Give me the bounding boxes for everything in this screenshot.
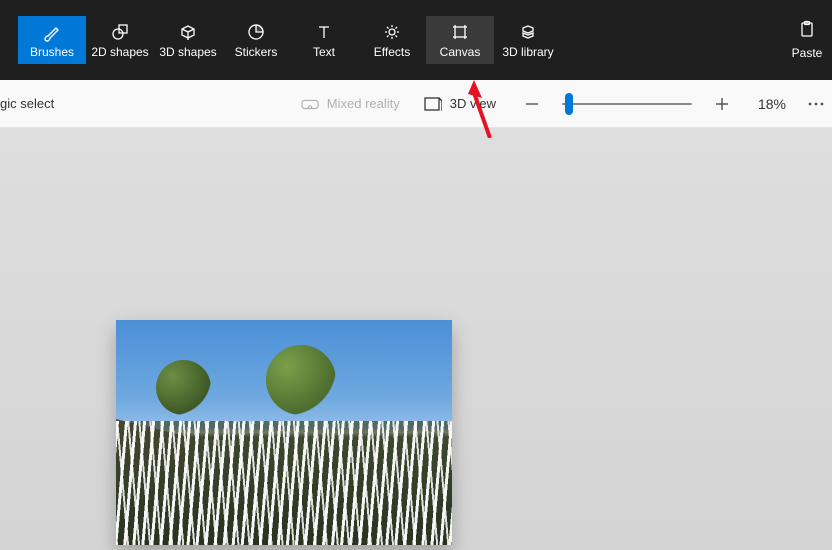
tab-label: 3D shapes [159, 46, 216, 58]
view-3d-icon [424, 95, 442, 113]
ribbon-toolbar: Brushes 2D shapes 3D shapes Stickers Tex [0, 0, 832, 80]
zoom-slider[interactable] [562, 103, 692, 105]
view-3d-button[interactable]: 3D view [412, 80, 508, 127]
canvas-icon [451, 23, 469, 41]
effects-icon [383, 23, 401, 41]
tab-3d-library[interactable]: 3D library [494, 16, 562, 64]
tab-label: Stickers [235, 46, 278, 58]
shapes-3d-icon [179, 23, 197, 41]
brush-icon [42, 23, 62, 41]
view-3d-label: 3D view [450, 96, 496, 111]
magic-select-button[interactable]: gic select [0, 80, 66, 127]
tab-label: Brushes [30, 46, 74, 58]
mixed-reality-button: Mixed reality [289, 80, 412, 127]
zoom-slider-thumb[interactable] [565, 93, 573, 115]
zoom-controls: 18% [508, 92, 800, 116]
tab-stickers[interactable]: Stickers [222, 16, 290, 64]
text-icon [315, 23, 333, 41]
magic-select-label: gic select [0, 96, 54, 111]
secondary-toolbar: gic select Mixed reality 3D view 18% [0, 80, 832, 128]
ribbon-tabs: Brushes 2D shapes 3D shapes Stickers Tex [18, 16, 562, 64]
canvas-workspace[interactable] [0, 128, 832, 550]
tab-text[interactable]: Text [290, 16, 358, 64]
zoom-in-button[interactable] [710, 92, 734, 116]
tab-label: Canvas [440, 46, 481, 58]
tab-brushes[interactable]: Brushes [18, 16, 86, 64]
more-options-button[interactable] [800, 80, 832, 127]
mixed-reality-label: Mixed reality [327, 96, 400, 111]
tab-2d-shapes[interactable]: 2D shapes [86, 16, 154, 64]
tab-canvas[interactable]: Canvas [426, 16, 494, 64]
canvas-image[interactable] [116, 320, 452, 545]
mixed-reality-icon [301, 95, 319, 113]
stickers-icon [247, 23, 265, 41]
image-waterfall [116, 421, 452, 545]
zoom-percent-label: 18% [752, 96, 792, 112]
tab-3d-shapes[interactable]: 3D shapes [154, 16, 222, 64]
tab-effects[interactable]: Effects [358, 16, 426, 64]
tab-label: 2D shapes [91, 46, 148, 58]
paste-icon [798, 20, 816, 41]
tab-label: 3D library [502, 46, 553, 58]
shapes-2d-icon [111, 23, 129, 41]
tab-label: Effects [374, 46, 410, 58]
paste-button[interactable]: Paste [786, 20, 828, 60]
library-3d-icon [519, 23, 537, 41]
zoom-out-button[interactable] [520, 92, 544, 116]
paste-label: Paste [792, 46, 823, 60]
tab-label: Text [313, 46, 335, 58]
